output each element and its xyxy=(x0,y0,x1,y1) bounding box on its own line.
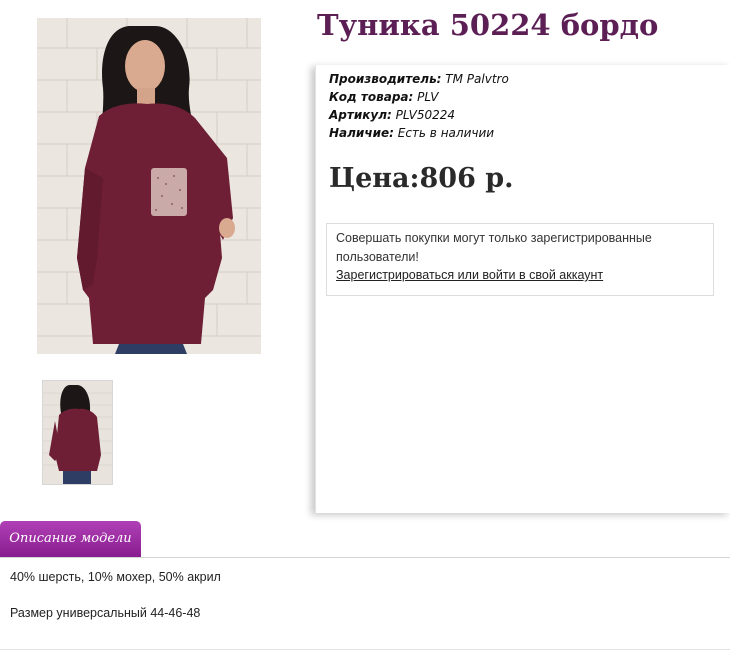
availability-value: Есть в наличии xyxy=(397,126,495,140)
manufacturer-value: ТМ Palvtro xyxy=(445,72,509,86)
tab-description[interactable]: Описание модели xyxy=(0,521,141,557)
manufacturer-row: Производитель: ТМ Palvtro xyxy=(329,70,509,88)
availability-row: Наличие: Есть в наличии xyxy=(329,124,509,142)
article-row: Артикул: PLV50224 xyxy=(329,106,509,124)
product-title: Туника 50224 бордо xyxy=(317,8,659,42)
product-info-box: Производитель: ТМ Palvtro Код товара: PL… xyxy=(315,65,730,513)
product-description: 40% шерсть, 10% мохер, 50% акрил Размер … xyxy=(10,568,221,622)
register-login-link[interactable]: Зарегистрироваться или войти в свой акка… xyxy=(336,268,603,282)
product-code-label: Код товара: xyxy=(329,90,414,104)
tunic-back-photo xyxy=(43,381,112,484)
bottom-divider xyxy=(0,649,730,650)
article-label: Артикул: xyxy=(329,108,392,122)
tab-divider xyxy=(0,557,730,558)
manufacturer-label: Производитель: xyxy=(329,72,442,86)
notice-text: Совершать покупки могут только зарегистр… xyxy=(336,231,652,264)
product-thumbnail[interactable] xyxy=(42,380,113,485)
tunic-photo xyxy=(37,18,261,354)
description-composition: 40% шерсть, 10% мохер, 50% акрил xyxy=(10,570,221,584)
product-code-value: PLV xyxy=(417,90,439,104)
product-code-row: Код товара: PLV xyxy=(329,88,509,106)
product-price: Цена:806 р. xyxy=(329,163,514,194)
login-notice: Совершать покупки могут только зарегистр… xyxy=(326,223,714,296)
product-main-image[interactable] xyxy=(37,18,261,354)
description-size: Размер универсальный 44-46-48 xyxy=(10,606,201,620)
article-value: PLV50224 xyxy=(395,108,456,122)
availability-label: Наличие: xyxy=(329,126,394,140)
product-meta: Производитель: ТМ Palvtro Код товара: PL… xyxy=(329,70,509,142)
